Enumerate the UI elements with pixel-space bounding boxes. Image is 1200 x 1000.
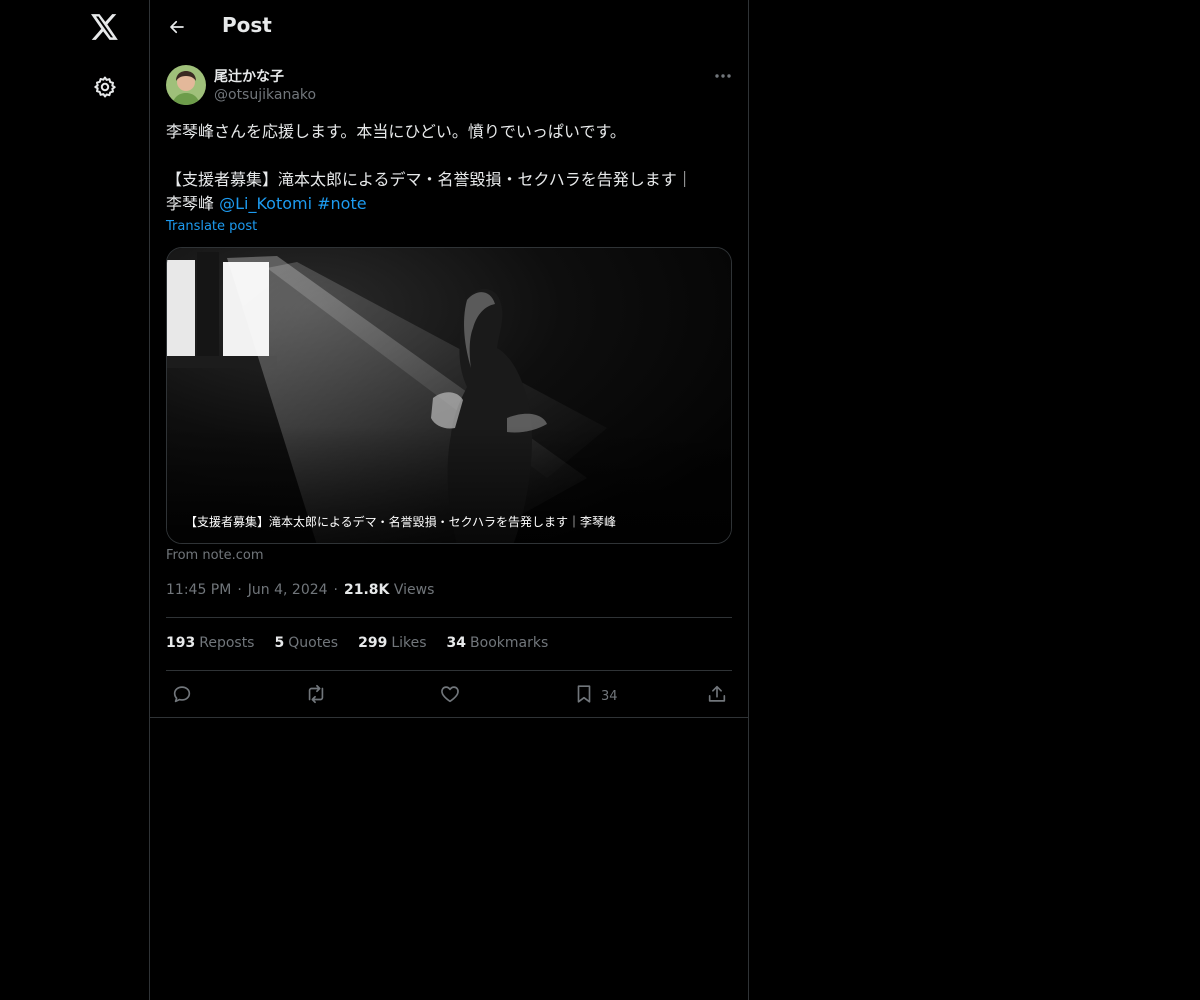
main-column: Post 尾辻かな子 @otsujikanako 李琴峰さんを応援します。本当に…	[149, 0, 749, 1000]
card-source-link[interactable]: From note.com	[166, 548, 264, 563]
heart-icon	[439, 683, 461, 709]
share-icon	[706, 683, 728, 709]
meta-separator: ·	[237, 582, 242, 598]
card-image	[167, 248, 731, 543]
repost-button[interactable]	[304, 683, 328, 709]
x-logo-icon[interactable]	[89, 11, 121, 43]
post-text-spacer	[166, 144, 736, 168]
link-card[interactable]: 【支援者募集】滝本太郎によるデマ・名誉毀損・セクハラを告発します｜李琴峰	[166, 247, 732, 544]
divider	[150, 717, 749, 718]
quotes-count: 5	[274, 635, 285, 651]
author-name[interactable]: 尾辻かな子	[214, 66, 284, 86]
post-text: 李琴峰さんを応援します。本当にひどい。憤りでいっぱいです。 【支援者募集】滝本太…	[166, 120, 736, 216]
bookmarks-label: Bookmarks	[470, 635, 549, 651]
likes-count: 299	[358, 635, 388, 651]
repost-icon	[304, 683, 328, 709]
divider	[166, 670, 732, 671]
translate-post-link[interactable]: Translate post	[166, 219, 257, 234]
action-bar: 34	[150, 683, 749, 709]
post-meta: 11:45 PM · Jun 4, 2024 · 21.8K Views	[166, 582, 434, 598]
post-time[interactable]: 11:45 PM	[166, 582, 231, 598]
likes-label: Likes	[391, 635, 427, 651]
share-button[interactable]	[706, 683, 728, 709]
like-button[interactable]	[439, 683, 461, 709]
arrow-left-icon[interactable]	[164, 14, 190, 40]
hashtag-link[interactable]: #note	[317, 194, 366, 213]
more-options-icon[interactable]	[710, 66, 736, 86]
bookmarks-count: 34	[446, 635, 467, 651]
reposts-stat[interactable]: 193 Reposts	[166, 635, 254, 651]
card-caption: 【支援者募集】滝本太郎によるデマ・名誉毀損・セクハラを告発します｜李琴峰	[185, 515, 617, 529]
bookmarks-stat[interactable]: 34 Bookmarks	[447, 635, 549, 651]
avatar[interactable]	[166, 65, 206, 105]
likes-stat[interactable]: 299 Likes	[358, 635, 426, 651]
author-handle[interactable]: @otsujikanako	[214, 87, 316, 103]
mention-link[interactable]: @Li_Kotomi	[219, 194, 312, 213]
gear-icon[interactable]	[91, 73, 119, 101]
reposts-label: Reposts	[199, 635, 255, 651]
reply-icon	[171, 683, 193, 709]
post-text-line: 李琴峰さんを応援します。本当にひどい。憤りでいっぱいです。	[166, 122, 626, 141]
left-nav	[0, 0, 150, 1000]
bookmark-button[interactable]: 34	[573, 683, 618, 709]
quotes-stat[interactable]: 5 Quotes	[274, 635, 338, 651]
views-label: Views	[393, 582, 435, 598]
divider	[166, 617, 732, 618]
post-text-line: 李琴峰 @Li_Kotomi #note	[166, 192, 736, 216]
meta-separator: ·	[333, 582, 338, 598]
quotes-label: Quotes	[288, 635, 339, 651]
header: Post	[150, 0, 749, 53]
bookmark-count: 34	[601, 688, 618, 704]
post-text-line: 【支援者募集】滝本太郎によるデマ・名誉毀損・セクハラを告発します｜	[166, 170, 693, 189]
post-text-fragment: 李琴峰	[166, 194, 220, 213]
bookmark-icon	[573, 683, 595, 709]
views-count: 21.8K	[344, 582, 390, 598]
post-date[interactable]: Jun 4, 2024	[248, 582, 328, 598]
reposts-count: 193	[166, 635, 196, 651]
post-stats: 193 Reposts 5 Quotes 299 Likes 34 Bookmarks	[166, 635, 548, 651]
page-title: Post	[222, 13, 272, 37]
reply-button[interactable]	[171, 683, 193, 709]
